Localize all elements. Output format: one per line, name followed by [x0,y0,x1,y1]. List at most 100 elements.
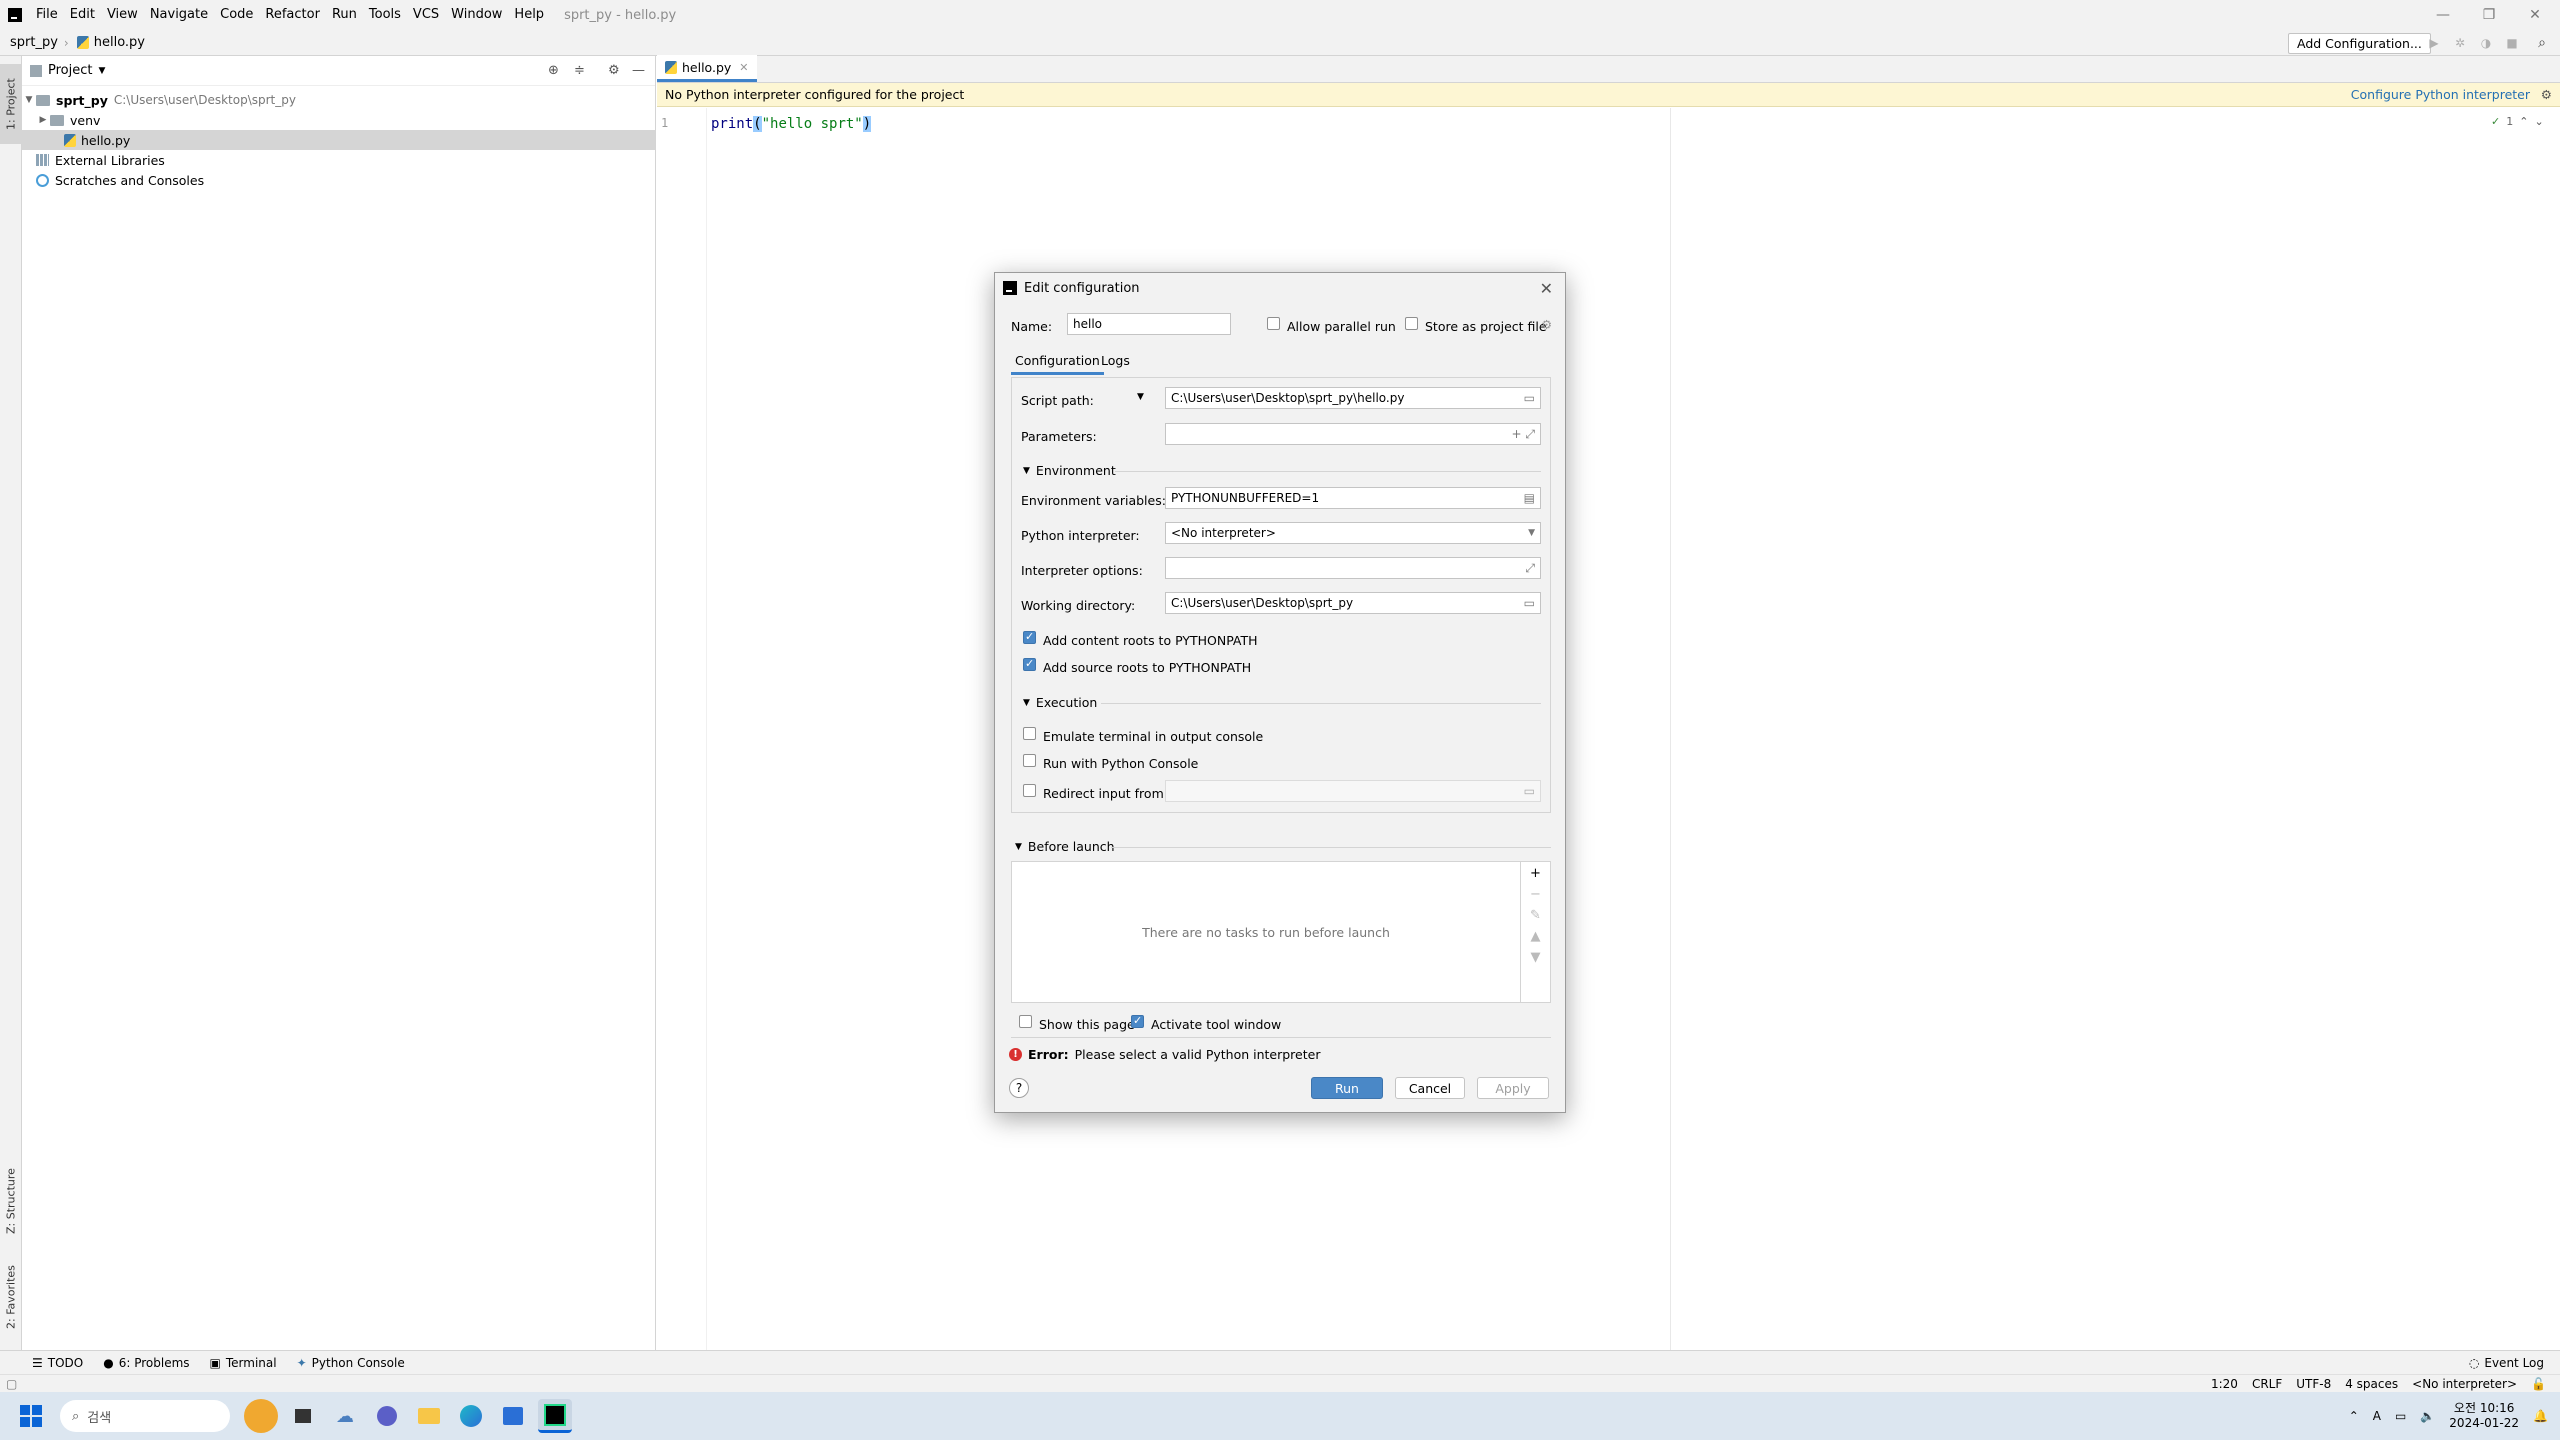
tab-logs[interactable]: Logs [1101,351,1130,375]
breadcrumb-file[interactable]: hello.py [94,35,145,50]
windows-start-icon[interactable] [14,1399,48,1433]
show-page-checkbox[interactable] [1019,1015,1032,1028]
collapse-all-icon[interactable]: ≑ [574,63,585,78]
widget-icon[interactable] [244,1399,278,1433]
tab-todo[interactable]: ☰ TODO [22,1356,93,1370]
store-project-checkbox[interactable] [1405,317,1418,330]
ime-indicator[interactable]: A [2373,1409,2381,1423]
parameters-input[interactable]: + ⤢ [1165,423,1541,445]
breadcrumb-project[interactable]: sprt_py [0,35,64,50]
inspection-widget[interactable]: ✓ 1 ⌃ ⌄ [2491,115,2544,128]
gear-icon[interactable]: ⚙ [608,63,620,78]
add-configuration-button[interactable]: Add Configuration... [2288,33,2431,54]
tree-item-venv[interactable]: ▶ venv [22,110,655,130]
stop-icon[interactable]: ■ [2502,34,2522,52]
menu-file[interactable]: File [30,0,64,30]
close-tab-icon[interactable]: ✕ [739,61,748,74]
minimize-icon[interactable]: — [2420,0,2466,30]
folder-icon[interactable]: ▭ [1524,391,1535,405]
volume-icon[interactable]: 🔈 [2420,1409,2435,1423]
edit-icon[interactable]: ✎ [1530,908,1541,923]
configure-interpreter-link[interactable]: Configure Python interpreter [2351,87,2530,102]
debug-icon[interactable]: ✲ [2450,34,2470,52]
menu-help[interactable]: Help [508,0,550,30]
env-vars-input[interactable]: PYTHONUNBUFFERED=1 ▤ [1165,487,1541,509]
status-encoding[interactable]: UTF-8 [2296,1377,2331,1391]
lock-icon[interactable]: 🔓 [2531,1377,2546,1391]
run-icon[interactable]: ▶ [2424,34,2444,52]
status-indent[interactable]: 4 spaces [2345,1377,2398,1391]
allow-parallel-checkbox[interactable] [1267,317,1280,330]
remove-icon[interactable]: − [1530,887,1541,902]
file-explorer-icon[interactable] [412,1399,446,1433]
tab-problems[interactable]: ● 6: Problems [93,1356,199,1370]
chevron-down-icon[interactable]: ▼ [22,95,36,105]
chevron-down-icon[interactable]: ▼ [1137,392,1144,402]
emulate-terminal-checkbox[interactable] [1023,727,1036,740]
script-path-input[interactable]: C:\Users\user\Desktop\sprt_py\hello.py ▭ [1165,387,1541,409]
task-view-icon[interactable] [286,1399,320,1433]
status-line-separator[interactable]: CRLF [2252,1377,2282,1391]
tab-terminal[interactable]: ▣ Terminal [200,1356,287,1370]
taskbar-search[interactable]: ⌕ 검색 [60,1400,230,1432]
chevron-down-icon[interactable]: ⌄ [2534,115,2543,128]
chevron-up-icon[interactable]: ⌃ [2519,115,2528,128]
close-window-icon[interactable]: ✕ [2512,0,2558,30]
taskbar-clock[interactable]: 오전 10:16 2024-01-22 [2449,1401,2519,1431]
gear-icon[interactable]: ⚙ [1541,317,1552,332]
layout-icon[interactable]: ▢ [6,1377,17,1391]
status-interpreter[interactable]: <No interpreter> [2412,1377,2517,1391]
tab-favorites[interactable]: 2: Favorites [0,1252,22,1342]
gear-icon[interactable]: ⚙ [2541,87,2552,102]
notification-bell-icon[interactable]: 🔔 [2533,1409,2548,1423]
tree-item-project-root[interactable]: ▼ sprt_py C:\Users\user\Desktop\sprt_py [22,90,655,110]
interpreter-select[interactable]: <No interpreter> ▼ [1165,522,1541,544]
weather-icon[interactable]: ☁ [328,1399,362,1433]
add-content-roots-checkbox[interactable] [1023,630,1036,644]
editor-tab-hello-py[interactable]: hello.py ✕ [657,55,757,82]
interp-options-input[interactable]: ⤢ [1165,557,1541,579]
name-input[interactable]: hello [1067,313,1231,335]
tab-event-log[interactable]: ◌ Event Log [2459,1356,2560,1370]
add-source-roots-checkbox[interactable] [1023,657,1036,671]
edge-browser-icon[interactable] [454,1399,488,1433]
menu-vcs[interactable]: VCS [407,0,445,30]
restore-icon[interactable]: ❐ [2466,0,2512,30]
before-launch-task-list[interactable]: There are no tasks to run before launch [1011,861,1521,1003]
tree-item-hello-py[interactable]: hello.py [22,130,655,150]
tab-project[interactable]: 1: Project [0,64,22,144]
search-everywhere-icon[interactable]: ⌕ [2532,34,2552,52]
run-with-console-checkbox[interactable] [1023,754,1036,767]
tree-item-external-libraries[interactable]: External Libraries [22,150,655,170]
menu-code[interactable]: Code [214,0,259,30]
execution-section-header[interactable]: ▼ Execution [1023,695,1097,710]
help-button[interactable]: ? [1009,1078,1029,1098]
tab-configuration[interactable]: Configuration [1011,351,1104,375]
run-button[interactable]: Run [1311,1077,1383,1099]
apply-button[interactable]: Apply [1477,1077,1549,1099]
chevron-right-icon[interactable]: ▶ [36,115,50,125]
move-down-icon[interactable]: ▼ [1531,950,1541,965]
folder-icon[interactable]: ▭ [1524,784,1535,798]
menu-edit[interactable]: Edit [64,0,101,30]
expand-icon[interactable]: ⤢ [1525,561,1535,576]
edit-list-icon[interactable]: ▤ [1524,491,1535,505]
project-panel-title[interactable]: Project [48,63,92,78]
locate-icon[interactable]: ⊕ [548,63,559,78]
menu-navigate[interactable]: Navigate [144,0,214,30]
chevron-up-icon[interactable]: ⌃ [2349,1409,2359,1423]
chat-icon[interactable] [370,1399,404,1433]
folder-icon[interactable]: ▭ [1524,596,1535,610]
menu-refactor[interactable]: Refactor [259,0,326,30]
expand-icon[interactable]: + ⤢ [1512,427,1535,442]
redirect-input-field[interactable]: ▭ [1165,780,1541,802]
before-launch-section-header[interactable]: ▼ Before launch [1015,839,1115,854]
status-caret-position[interactable]: 1:20 [2211,1377,2238,1391]
chevron-down-icon[interactable]: ▼ [98,66,105,76]
menu-window[interactable]: Window [445,0,508,30]
tree-item-scratches[interactable]: Scratches and Consoles [22,170,655,190]
activate-tool-checkbox[interactable] [1131,1014,1144,1028]
tab-structure[interactable]: Z: Structure [0,1156,22,1246]
add-icon[interactable]: + [1530,866,1541,881]
close-icon[interactable]: ✕ [1540,279,1553,298]
